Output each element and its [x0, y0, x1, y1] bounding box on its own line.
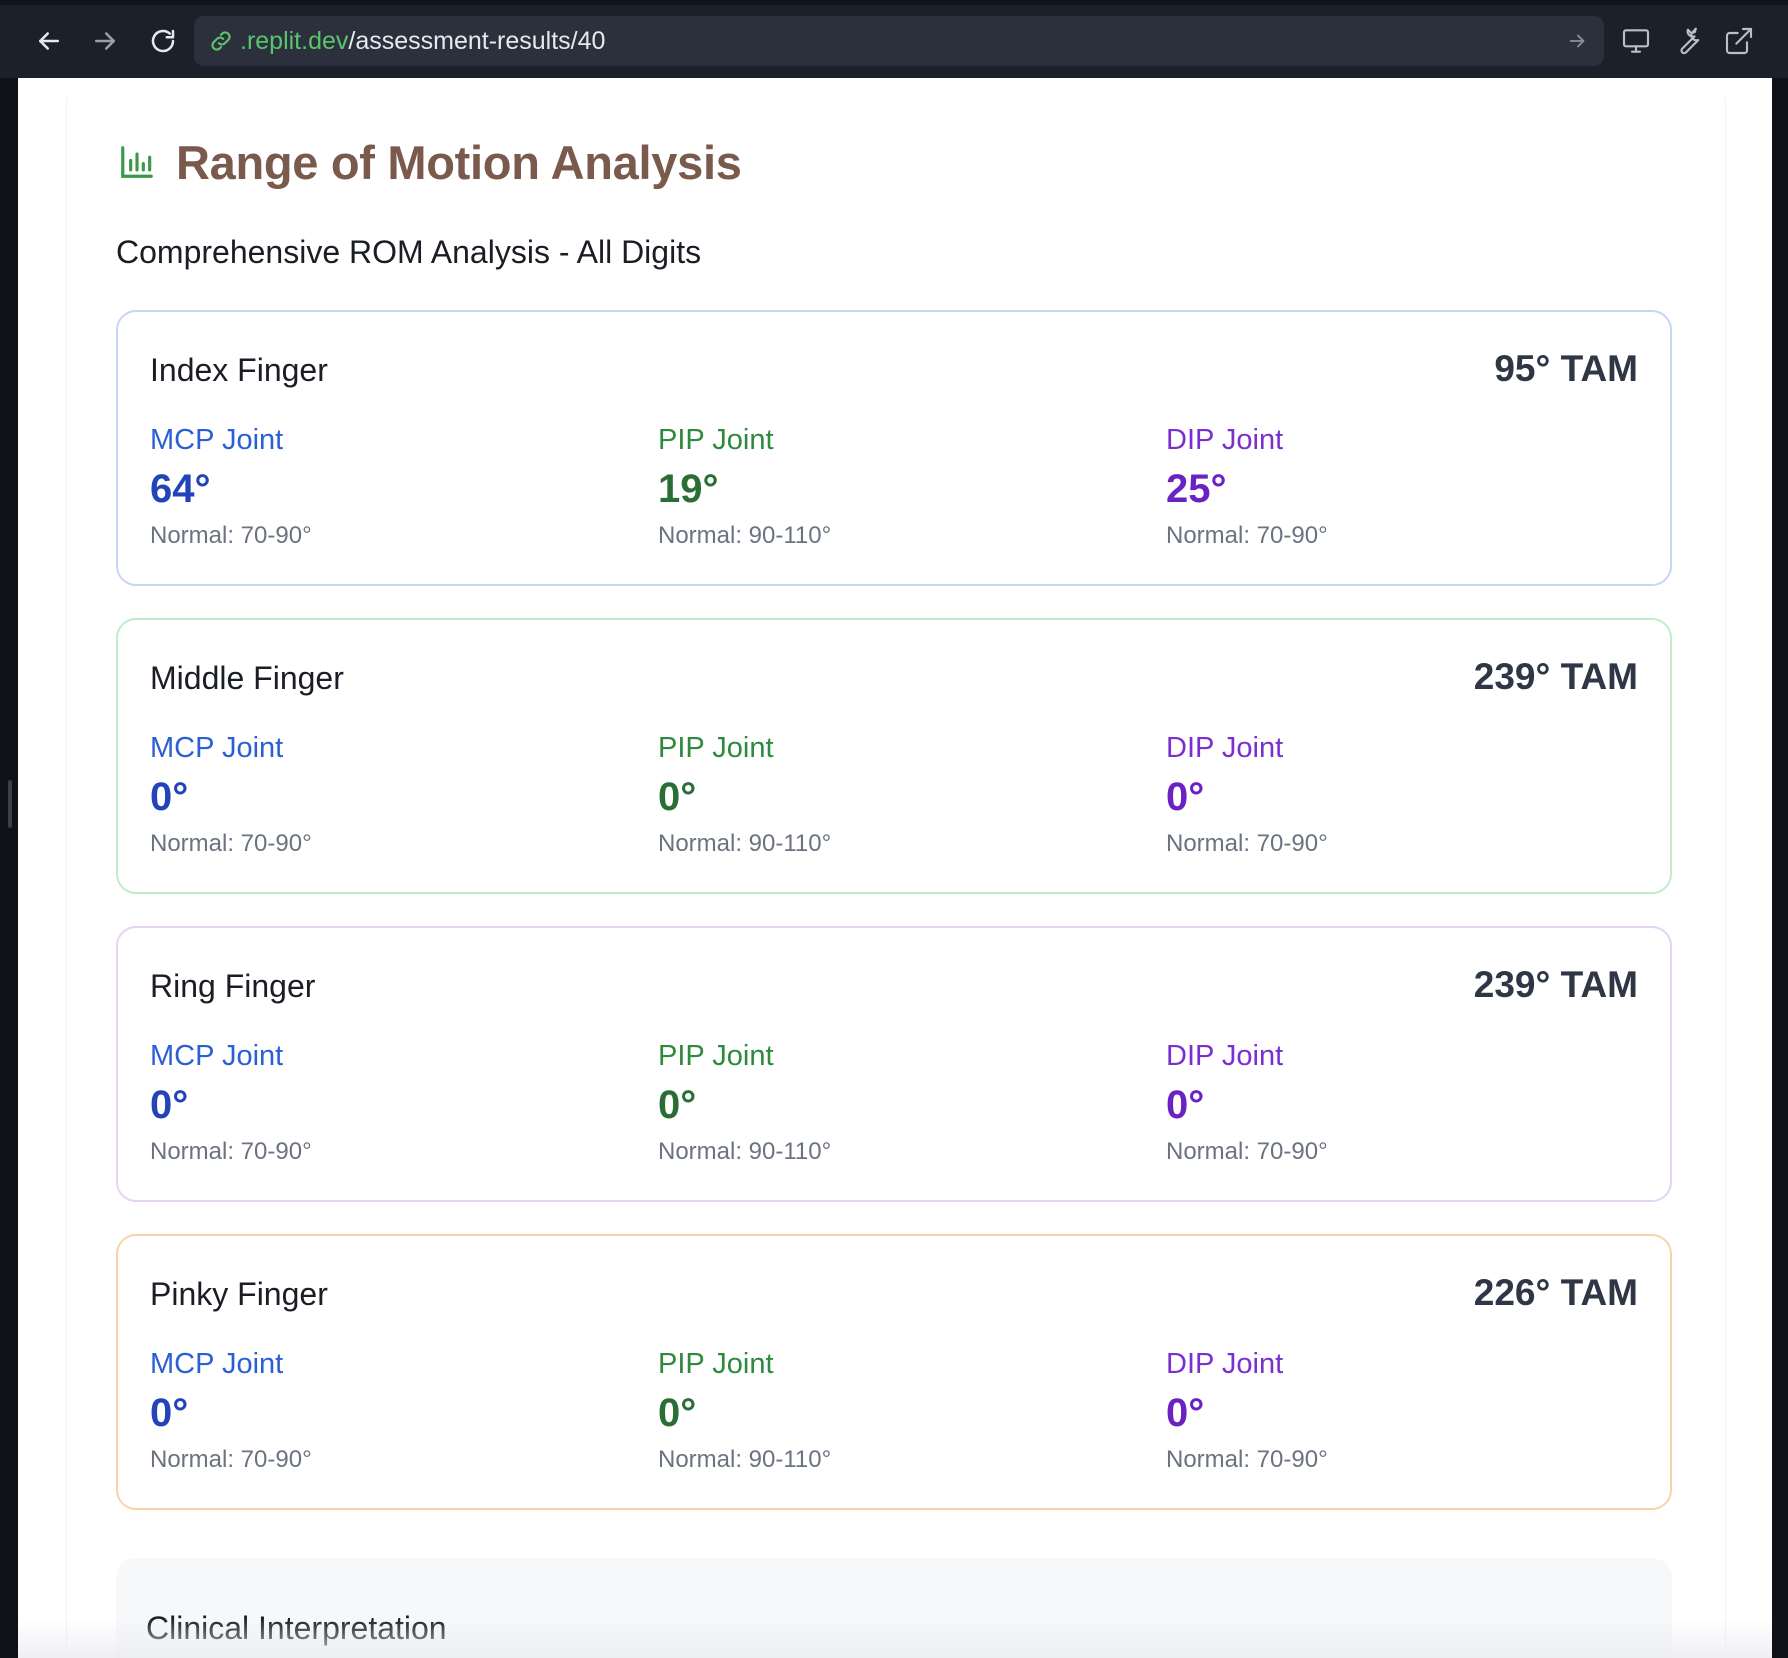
url-path: /assessment-results/40	[348, 26, 606, 55]
finger-card-middle: Middle Finger 239° TAM MCP Joint 0° Norm…	[116, 618, 1672, 894]
tam-value: 239° TAM	[1473, 656, 1638, 697]
resize-handle[interactable]	[8, 780, 12, 828]
joint-mcp: MCP Joint 0° Normal: 70-90°	[150, 1040, 630, 1166]
finger-card-ring: Ring Finger 239° TAM MCP Joint 0° Normal…	[116, 926, 1672, 1202]
joint-normal-range: Normal: 70-90°	[150, 1138, 312, 1165]
joint-normal-range: Normal: 70-90°	[150, 830, 312, 857]
joint-normal-range: Normal: 90-110°	[658, 830, 832, 857]
arrow-right-icon	[1569, 34, 1585, 48]
joint-normal-range: Normal: 70-90°	[150, 1446, 312, 1473]
joint-pip: PIP Joint 0° Normal: 90-110°	[658, 732, 1138, 858]
joint-label: MCP Joint	[150, 1348, 284, 1380]
joint-dip: DIP Joint 25° Normal: 70-90°	[1166, 424, 1646, 550]
go-button[interactable]	[1564, 28, 1590, 54]
devices-button[interactable]	[1617, 22, 1655, 60]
finger-card-index: Index Finger 95° TAM MCP Joint 64° Norma…	[116, 310, 1672, 586]
joint-normal-range: Normal: 70-90°	[1166, 1446, 1328, 1473]
arrow-left-icon	[39, 32, 59, 50]
joint-value: 0°	[658, 1083, 697, 1127]
page-content: Range of Motion Analysis Comprehensive R…	[18, 78, 1772, 1658]
joint-label: MCP Joint	[150, 1040, 284, 1072]
arrow-right-icon	[95, 32, 115, 50]
forward-button[interactable]	[84, 20, 126, 62]
bar-chart-icon	[121, 146, 153, 178]
external-link-icon	[1725, 27, 1753, 55]
link-icon	[211, 31, 231, 51]
joint-label: PIP Joint	[658, 1348, 774, 1380]
joint-normal-range: Normal: 70-90°	[150, 522, 312, 549]
joint-mcp: MCP Joint 0° Normal: 70-90°	[150, 732, 630, 858]
joint-dip: DIP Joint 0° Normal: 70-90°	[1166, 1348, 1646, 1474]
reload-icon	[151, 29, 175, 53]
section-header: Range of Motion Analysis	[118, 130, 742, 194]
joint-normal-range: Normal: 70-90°	[1166, 1138, 1328, 1165]
joint-pip: PIP Joint 0° Normal: 90-110°	[658, 1040, 1138, 1166]
joint-pip: PIP Joint 19° Normal: 90-110°	[658, 424, 1138, 550]
devtools-button[interactable]	[1669, 22, 1707, 60]
joint-value: 0°	[150, 1391, 189, 1435]
open-new-tab-button[interactable]	[1720, 22, 1758, 60]
joint-dip: DIP Joint 0° Normal: 70-90°	[1166, 1040, 1646, 1166]
finger-card-pinky: Pinky Finger 226° TAM MCP Joint 0° Norma…	[116, 1234, 1672, 1510]
joint-mcp: MCP Joint 64° Normal: 70-90°	[150, 424, 630, 550]
joint-value: 0°	[1166, 1083, 1205, 1127]
joint-value: 0°	[658, 775, 697, 819]
joint-label: DIP Joint	[1166, 732, 1284, 764]
page-title: Range of Motion Analysis	[176, 135, 742, 189]
finger-name: Middle Finger	[150, 660, 344, 696]
joint-dip: DIP Joint 0° Normal: 70-90°	[1166, 732, 1646, 858]
url-text: .replit.dev/assessment-results/40	[240, 27, 605, 56]
joint-value: 25°	[1166, 467, 1227, 511]
joint-value: 64°	[150, 467, 211, 511]
joint-label: DIP Joint	[1166, 1040, 1284, 1072]
joint-label: MCP Joint	[150, 424, 284, 456]
tam-value: 95° TAM	[1494, 348, 1638, 389]
tab-strip-edge	[0, 0, 1788, 5]
finger-name: Index Finger	[150, 352, 328, 388]
url-domain: .replit.dev	[240, 26, 349, 55]
joint-value: 0°	[1166, 775, 1205, 819]
joint-normal-range: Normal: 90-110°	[658, 1446, 832, 1473]
joint-label: PIP Joint	[658, 1040, 774, 1072]
page-subtitle: Comprehensive ROM Analysis - All Digits	[116, 234, 702, 270]
finger-name: Pinky Finger	[150, 1276, 328, 1312]
scroll-fade	[18, 1618, 1772, 1658]
tam-value: 226° TAM	[1473, 1272, 1638, 1313]
joint-normal-range: Normal: 70-90°	[1166, 830, 1328, 857]
joint-normal-range: Normal: 90-110°	[658, 1138, 832, 1165]
joint-label: MCP Joint	[150, 732, 284, 764]
browser-toolbar: .replit.dev/assessment-results/40	[0, 0, 1788, 78]
joint-normal-range: Normal: 70-90°	[1166, 522, 1328, 549]
joint-label: DIP Joint	[1166, 1348, 1284, 1380]
wrench-icon	[1680, 27, 1700, 55]
joint-pip: PIP Joint 0° Normal: 90-110°	[658, 1348, 1138, 1474]
finger-name: Ring Finger	[150, 968, 316, 1004]
joint-label: DIP Joint	[1166, 424, 1284, 456]
joint-value: 0°	[658, 1391, 697, 1435]
joint-label: PIP Joint	[658, 732, 774, 764]
joint-mcp: MCP Joint 0° Normal: 70-90°	[150, 1348, 630, 1474]
back-button[interactable]	[28, 20, 70, 62]
tam-value: 239° TAM	[1473, 964, 1638, 1005]
joint-value: 0°	[1166, 1391, 1205, 1435]
monitor-icon	[1622, 29, 1650, 53]
joint-value: 0°	[150, 1083, 189, 1127]
joint-value: 19°	[658, 467, 719, 511]
joint-label: PIP Joint	[658, 424, 774, 456]
joint-value: 0°	[150, 775, 189, 819]
reload-button[interactable]	[142, 20, 184, 62]
address-bar[interactable]: .replit.dev/assessment-results/40	[194, 16, 1604, 66]
joint-normal-range: Normal: 90-110°	[658, 522, 832, 549]
